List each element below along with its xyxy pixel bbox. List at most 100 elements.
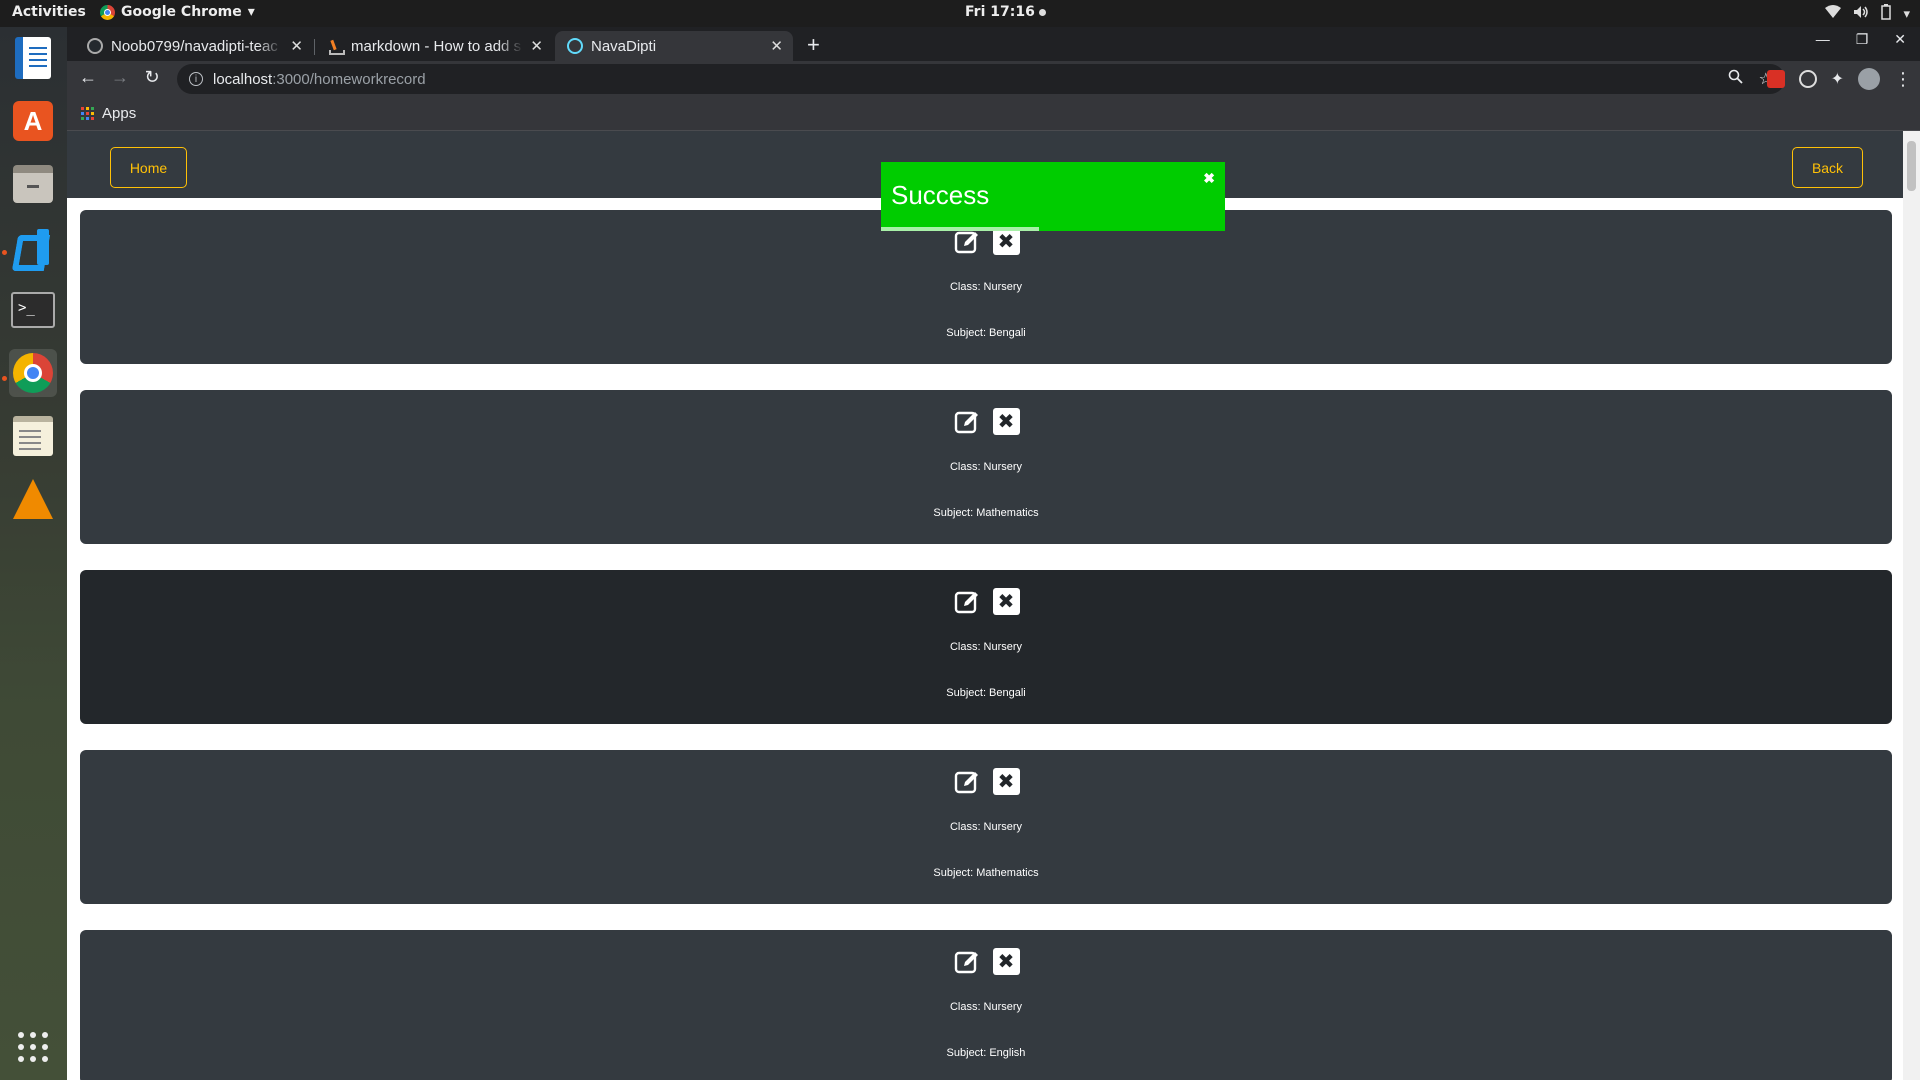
files-icon (13, 165, 53, 203)
homework-record-card: ✖ Class: Nursery Subject: Bengali (80, 210, 1892, 364)
notification-dot-icon (1038, 8, 1046, 16)
apps-label: Apps (102, 105, 137, 122)
text-editor-launcher[interactable] (9, 412, 57, 460)
record-class: Class: Nursery (949, 281, 1023, 293)
vscode-icon (13, 227, 53, 267)
toast-close-icon[interactable]: ✖ (1203, 170, 1215, 187)
edit-icon[interactable] (953, 948, 981, 976)
clock[interactable]: Fri 17:16 (965, 4, 1046, 20)
address-bar[interactable]: i localhost:3000/homeworkrecord ☆ (177, 64, 1785, 94)
close-window-icon[interactable]: ✕ (1894, 31, 1906, 48)
success-toast: Success ✖ (881, 162, 1225, 231)
app-menu-label: Google Chrome (121, 4, 242, 20)
caret-down-icon: ▾ (1903, 5, 1910, 21)
close-tab-icon[interactable]: ✕ (770, 37, 783, 55)
record-actions: ✖ (80, 408, 1892, 436)
zoom-icon[interactable] (1728, 69, 1743, 89)
homework-record-card: ✖ Class: Nursery Subject: Mathematics (80, 390, 1892, 544)
libreoffice-writer-launcher[interactable] (9, 34, 57, 82)
minimize-icon[interactable]: — (1816, 31, 1830, 48)
tab-stackoverflow[interactable]: markdown - How to add s ✕ (315, 31, 553, 61)
delete-icon[interactable]: ✖ (992, 588, 1020, 615)
terminal-launcher[interactable]: >_ (9, 286, 57, 334)
tab-navadipti[interactable]: NavaDipti ✕ (555, 31, 793, 61)
show-applications-button[interactable] (9, 1023, 57, 1071)
apps-grid-icon (81, 107, 94, 120)
close-tab-icon[interactable]: ✕ (530, 37, 543, 55)
reload-icon[interactable]: ↻ (141, 67, 163, 88)
activities-button[interactable]: Activities (12, 4, 86, 20)
dock: A >_ (0, 27, 67, 1080)
site-info-icon[interactable]: i (189, 72, 203, 86)
record-subject: Subject: English (946, 1047, 1026, 1059)
extension-circle-icon[interactable] (1798, 70, 1817, 88)
edit-icon[interactable] (953, 408, 981, 436)
record-class: Class: Nursery (949, 1001, 1023, 1013)
new-tab-button[interactable]: + (807, 32, 820, 58)
record-actions: ✖ (80, 948, 1892, 976)
system-tray[interactable]: ▾ (1825, 4, 1910, 23)
delete-icon[interactable]: ✖ (992, 948, 1020, 975)
extensions-puzzle-icon[interactable]: ✦ (1831, 69, 1844, 89)
kebab-menu-icon[interactable]: ⋮ (1894, 69, 1912, 90)
home-button[interactable]: Home (110, 147, 187, 188)
maximize-icon[interactable]: ❐ (1856, 31, 1869, 48)
record-subject: Subject: Mathematics (933, 507, 1039, 519)
stackoverflow-icon (327, 38, 345, 55)
delete-icon[interactable]: ✖ (992, 768, 1020, 795)
url-host: localhost (213, 70, 273, 88)
bookmarks-bar: Apps (67, 97, 1920, 131)
page-scrollbar[interactable] (1903, 131, 1920, 1080)
battery-icon (1881, 4, 1892, 23)
homework-record-card: ✖ Class: Nursery Subject: Bengali (80, 570, 1892, 724)
app-menu[interactable]: Google Chrome ▾ (100, 4, 255, 20)
tab-title: NavaDipti (591, 37, 657, 55)
window-controls: — ❐ ✕ (1816, 31, 1920, 48)
running-indicator (2, 250, 7, 255)
tab-github[interactable]: Noob0799/navadipti-teac ✕ (75, 31, 315, 61)
record-subject: Subject: Mathematics (933, 867, 1039, 879)
record-subject: Subject: Bengali (946, 327, 1026, 339)
back-button[interactable]: Back (1792, 147, 1863, 188)
edit-icon[interactable] (953, 228, 981, 256)
running-indicator (2, 376, 7, 381)
chrome-icon (100, 4, 115, 20)
edit-icon[interactable] (953, 768, 981, 796)
scrollbar-thumb[interactable] (1907, 141, 1916, 191)
toast-message: Success (891, 180, 990, 210)
vscode-launcher[interactable] (9, 223, 57, 271)
delete-icon[interactable]: ✖ (992, 228, 1020, 255)
record-actions: ✖ (80, 768, 1892, 796)
back-arrow-icon[interactable]: ← (77, 67, 99, 88)
delete-icon[interactable]: ✖ (992, 408, 1020, 435)
tab-title: markdown - How to add s (351, 37, 522, 55)
browser-toolbar: ← → ↻ i localhost:3000/homeworkrecord ☆ … (67, 61, 1920, 97)
vlc-launcher[interactable] (9, 475, 57, 523)
record-subject: Subject: Bengali (946, 687, 1026, 699)
tab-strip: Noob0799/navadipti-teac ✕ markdown - How… (67, 27, 1920, 61)
tab-title: Noob0799/navadipti-teac (111, 37, 278, 55)
extension-red-icon[interactable] (1766, 70, 1785, 88)
github-icon (87, 38, 103, 54)
app-grid-icon (18, 1032, 48, 1062)
record-class: Class: Nursery (949, 461, 1023, 473)
files-launcher[interactable] (9, 160, 57, 208)
page-viewport: Home Back ✖ Class: Nursery Subject: Beng… (67, 131, 1920, 1080)
software-center-launcher[interactable]: A (9, 97, 57, 145)
edit-icon[interactable] (953, 588, 981, 616)
volume-icon (1853, 5, 1869, 22)
vlc-icon (13, 479, 53, 519)
wifi-icon (1825, 5, 1842, 22)
forward-arrow-icon[interactable]: → (109, 67, 131, 88)
close-tab-icon[interactable]: ✕ (290, 37, 303, 55)
apps-shortcut[interactable]: Apps (81, 105, 136, 122)
profile-avatar[interactable] (1858, 68, 1880, 90)
url-path: :3000/homeworkrecord (272, 70, 426, 88)
chrome-icon (13, 353, 53, 393)
clock-label: Fri 17:16 (965, 4, 1035, 20)
chrome-launcher[interactable] (9, 349, 57, 397)
writer-icon (15, 37, 51, 79)
react-icon (567, 38, 583, 54)
caret-down-icon: ▾ (247, 4, 255, 20)
homework-record-card: ✖ Class: Nursery Subject: Mathematics (80, 750, 1892, 904)
